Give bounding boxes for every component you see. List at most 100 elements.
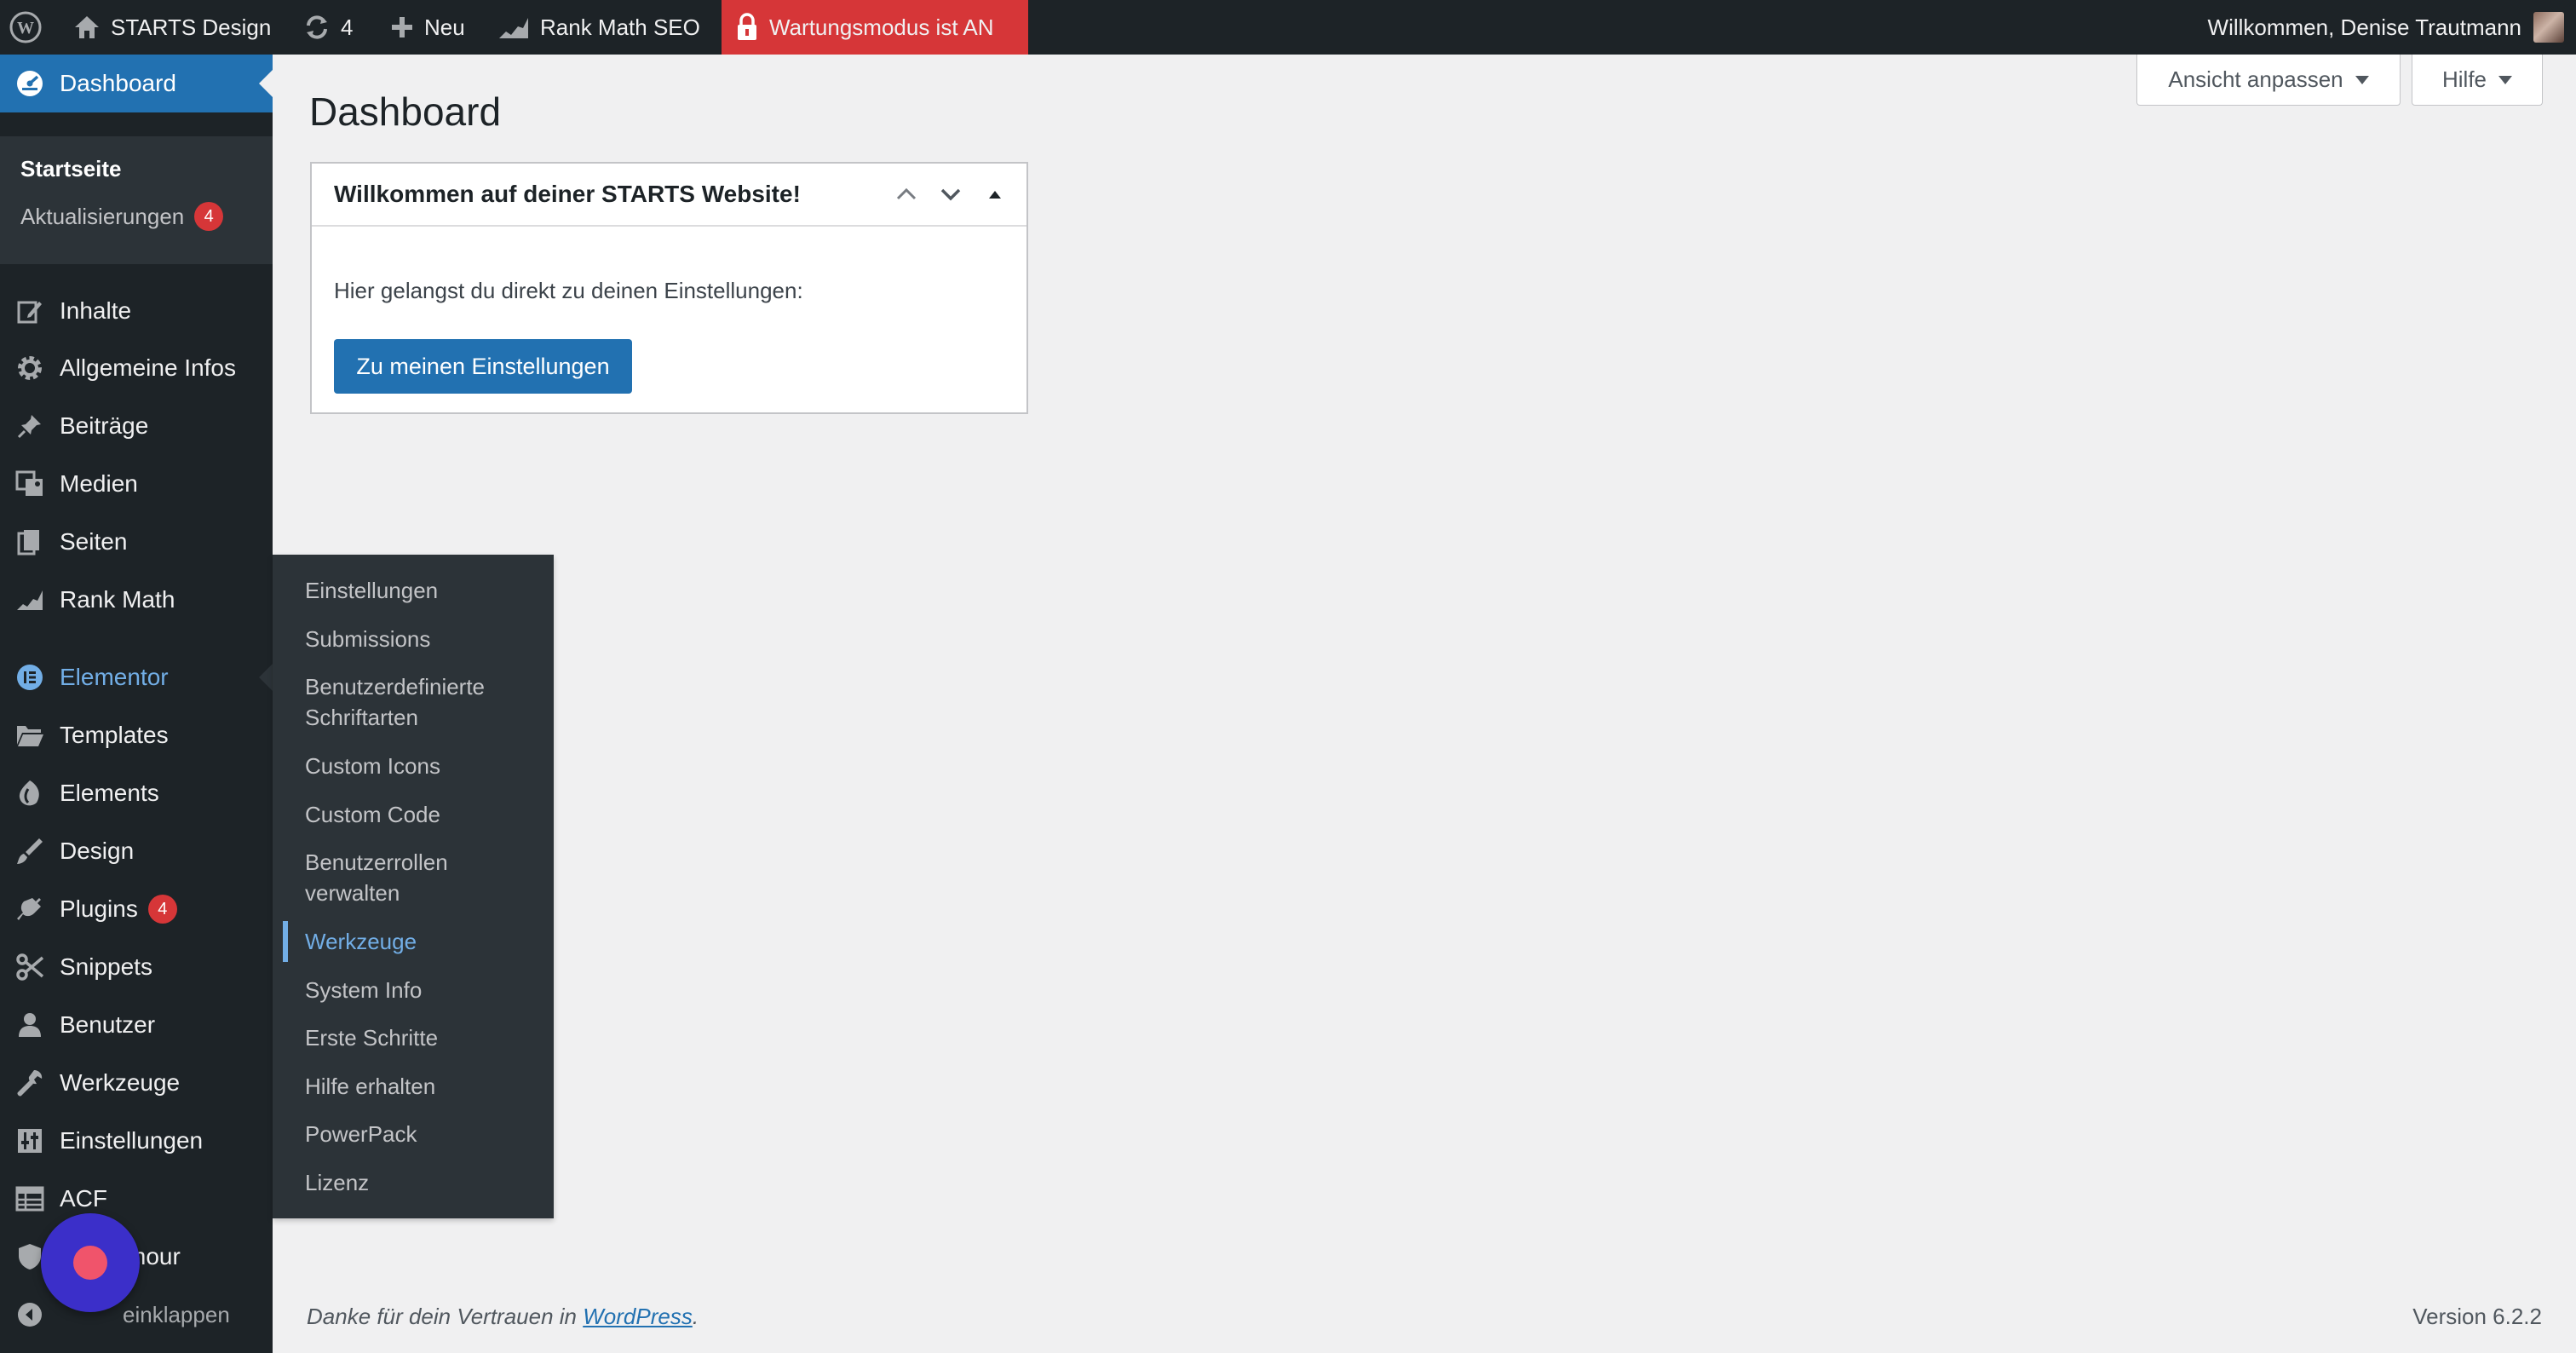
menu-acf[interactable]: ACF [0,1170,273,1228]
menu-seiten-label: Seiten [60,528,128,555]
collapse-menu-button[interactable]: einklappen [0,1286,273,1344]
help-button[interactable]: Hilfe [2412,55,2543,106]
chevron-down-icon [2355,75,2369,84]
record-icon [73,1246,107,1280]
screen-options-label: Ansicht anpassen [2168,66,2343,92]
lock-icon [735,13,759,42]
submenu-aktualisierungen[interactable]: Aktualisierungen 4 [20,199,224,233]
svg-text:W: W [17,19,34,37]
dashboard-icon [0,69,60,98]
footer-thanks-suffix: . [692,1304,699,1329]
table-icon [0,1186,60,1212]
flyout-item-submissions[interactable]: Submissions [305,624,543,654]
elementor-icon [0,663,60,692]
menu-beitraege[interactable]: Beiträge [0,397,273,455]
flyout-item-benutzerrollen-verwalten[interactable]: Benutzerrollen verwalten [305,847,543,908]
updates-count: 4 [341,14,354,40]
menu-elementor[interactable]: Elementor [0,648,273,706]
menu-acf-label: ACF [60,1185,107,1212]
move-up-icon[interactable] [890,178,923,210]
menu-medien[interactable]: Medien [0,455,273,513]
screen-options-button[interactable]: Ansicht anpassen [2136,55,2401,106]
welcome-widget-heading: Willkommen auf deiner STARTS Website! [334,181,801,207]
scissors-icon [0,953,60,982]
sliders-icon [0,1127,60,1154]
page-title: Dashboard [309,89,502,134]
flyout-item-lizenz[interactable]: Lizenz [305,1167,543,1198]
menu-einstellungen-label: Einstellungen [60,1127,204,1154]
toggle-panel-icon[interactable] [979,178,1011,210]
footer-thanks: Danke für dein Vertrauen in WordPress. [307,1304,699,1330]
gear-icon [0,354,60,383]
menu-inhalte-label: Inhalte [60,297,132,324]
site-name-link[interactable]: STARTS Design [73,0,271,55]
folder-icon [0,723,60,748]
admin-bar: W STARTS Design 4 Neu Rank Math SEO Wart… [0,0,2576,55]
flyout-indicator [259,664,273,691]
rank-math-icon [0,588,60,612]
media-icon [0,470,60,498]
menu-templates[interactable]: Templates [0,706,273,764]
new-label: Neu [424,14,465,40]
pin-icon [0,412,60,440]
move-down-icon[interactable] [934,178,967,210]
edit-icon [0,297,60,325]
avatar [2533,12,2564,43]
elements-icon [0,779,60,808]
flyout-item-custom-code[interactable]: Custom Code [305,799,543,830]
maintenance-mode-indicator[interactable]: Wartungsmodus ist AN [722,0,1028,55]
menu-seiten[interactable]: Seiten [0,513,273,571]
plugin-icon [0,895,60,924]
menu-dashboard[interactable]: Dashboard [0,55,273,112]
wordpress-link[interactable]: WordPress [583,1304,693,1329]
new-content-link[interactable]: Neu [390,0,465,55]
flyout-item-powerpack[interactable]: PowerPack [305,1119,543,1149]
updates-link[interactable]: 4 [303,0,353,55]
record-button[interactable] [41,1213,140,1312]
dashboard-submenu: Startseite Aktualisierungen 4 [0,136,273,264]
plus-icon [390,15,414,39]
menu-elements-label: Elements [60,780,159,806]
menu-benutzer[interactable]: Benutzer [0,996,273,1054]
active-item-indicator [283,921,288,962]
menu-beitraege-label: Beiträge [60,412,149,439]
rank-math-seo-link[interactable]: Rank Math SEO [497,0,700,55]
current-indicator [259,70,273,97]
welcome-text: Hier gelangst du direkt zu deinen Einste… [334,278,803,303]
menu-plugins-label: Plugins [60,895,138,922]
plugins-badge: 4 [147,895,177,924]
help-label: Hilfe [2441,66,2487,92]
flyout-item-benutzerdefinierte-schriftarten[interactable]: Benutzerdefinierte Schriftarten [305,671,543,733]
wordpress-logo-icon[interactable]: W [9,0,43,55]
updates-icon [303,14,331,41]
flyout-item-custom-icons[interactable]: Custom Icons [305,751,543,781]
menu-allgemeine-infos[interactable]: Allgemeine Infos [0,339,273,397]
menu-plugins[interactable]: Plugins 4 [0,880,273,938]
flyout-item-hilfe-erhalten[interactable]: Hilfe erhalten [305,1071,543,1102]
brush-icon [0,837,60,866]
flyout-item-system-info[interactable]: System Info [305,975,543,1005]
menu-einstellungen[interactable]: Einstellungen [0,1112,273,1170]
flyout-item-einstellungen[interactable]: Einstellungen [305,575,543,606]
welcome-widget-header: Willkommen auf deiner STARTS Website! [312,164,1026,227]
menu-snippets[interactable]: Snippets [0,938,273,996]
flyout-item-erste-schritte[interactable]: Erste Schritte [305,1022,543,1053]
menu-dashboard-label: Dashboard [60,70,176,96]
my-settings-button[interactable]: Zu meinen Einstellungen [334,339,632,394]
submenu-aktualisierungen-label: Aktualisierungen [20,203,185,229]
account-menu[interactable]: Willkommen, Denise Trautmann [2208,0,2564,55]
menu-allgemeine-infos-label: Allgemeine Infos [60,354,237,381]
menu-design-label: Design [60,838,135,864]
menu-rank-math[interactable]: Rank Math [0,571,273,629]
submenu-startseite[interactable]: Startseite [20,153,122,184]
menu-design[interactable]: Design [0,822,273,880]
flyout-item-werkzeuge[interactable]: Werkzeuge [305,926,543,957]
home-icon [73,14,101,40]
submenu-startseite-label: Startseite [20,155,122,181]
footer-thanks-prefix: Danke für dein Vertrauen in [307,1304,584,1329]
menu-elements[interactable]: Elements [0,764,273,822]
menu-inhalte[interactable]: Inhalte [0,282,273,340]
menu-werkzeuge[interactable]: Werkzeuge [0,1054,273,1112]
menu-snippets-label: Snippets [60,953,152,980]
menu-benutzer-label: Benutzer [60,1011,156,1038]
